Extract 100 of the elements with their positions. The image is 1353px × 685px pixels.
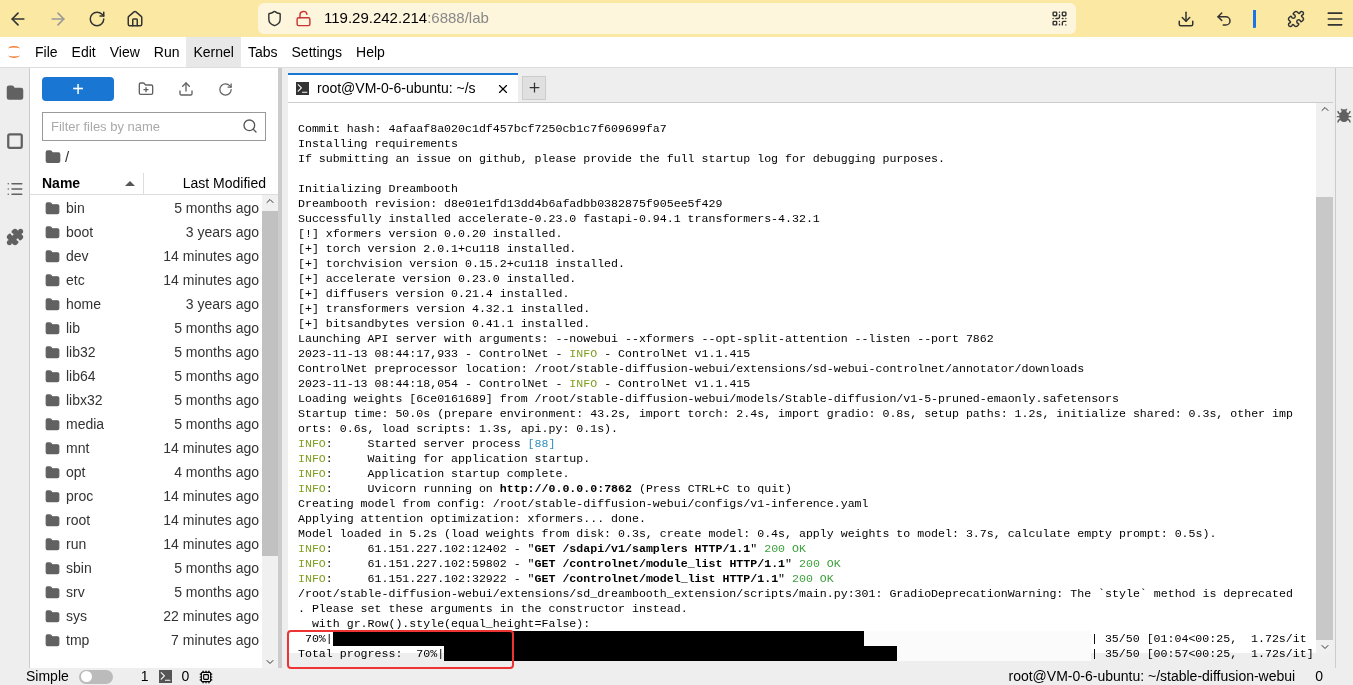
file-row[interactable]: media 5 months ago: [30, 412, 262, 436]
file-name: opt: [66, 462, 86, 482]
simple-mode-toggle[interactable]: [78, 669, 113, 684]
folder-icon: [45, 536, 60, 552]
menu-item[interactable]: Edit: [64, 37, 103, 67]
log-text: Startup time: 50.0s (prepare environment: 43.2s, import torch: 2.4s, import gradio: 0.8s, setup paths: 1.2s, initialize shared: 0.3s, other imp: [298, 407, 1293, 420]
terminal-count: 1: [140, 667, 149, 685]
tab-title: root@VM-0-6-ubuntu: ~/s: [317, 79, 476, 98]
file-row[interactable]: etc 14 minutes ago: [30, 268, 262, 292]
log-text: ": [778, 572, 787, 585]
scrollbar[interactable]: [262, 195, 278, 668]
home-icon[interactable]: [126, 9, 144, 28]
modified-time: 5 months ago: [174, 318, 259, 338]
file-name: tmp: [66, 630, 90, 650]
column-header[interactable]: Name: [30, 173, 144, 194]
modified-time: 14 minutes ago: [163, 246, 259, 266]
folder-icon: [45, 296, 60, 312]
file-row[interactable]: libx32 5 months ago: [30, 388, 262, 412]
file-row[interactable]: run 14 minutes ago: [30, 532, 262, 556]
file-row[interactable]: lib64 5 months ago: [30, 364, 262, 388]
log-text: - ControlNet v1.1.415: [603, 347, 751, 360]
log-text: : Waiting for application startup.: [325, 452, 591, 465]
file-row[interactable]: home 3 years ago: [30, 292, 262, 316]
search-icon: [242, 118, 258, 134]
file-row[interactable]: mnt 14 minutes ago: [30, 436, 262, 460]
modified-time: 14 minutes ago: [163, 270, 259, 290]
menu-item[interactable]: Tabs: [240, 37, 285, 67]
log-text: [+] accelerate version 0.23.0 installed.: [298, 272, 577, 285]
modified-time: 7 minutes ago: [171, 630, 259, 650]
new-folder-icon[interactable]: [138, 81, 154, 97]
log-text: Launching API server with arguments: --nowebui --xformers --opt-split-attention --listen --port 7862: [298, 332, 994, 345]
terminal-scrollbar[interactable]: [1316, 103, 1333, 653]
file-name: bin: [66, 198, 85, 218]
file-row[interactable]: sbin 5 months ago: [30, 556, 262, 580]
file-name: run: [66, 534, 87, 554]
folder-icon: [45, 149, 61, 165]
file-row[interactable]: lib 5 months ago: [30, 316, 262, 340]
folder-icon: [45, 584, 60, 600]
folder-icon: [45, 512, 60, 528]
file-row[interactable]: srv 5 months ago: [30, 580, 262, 604]
file-name: sys: [66, 606, 87, 626]
log-text: INFO: [569, 377, 598, 390]
refresh-icon[interactable]: [218, 81, 233, 97]
terminal-tab[interactable]: root@VM-0-6-ubuntu: ~/s: [288, 73, 518, 102]
filter-field[interactable]: Filter files by name: [42, 112, 266, 141]
log-text: : 61.151.227.102:12402 - ": [325, 542, 535, 555]
folder-icon: [45, 200, 60, 216]
menu-item[interactable]: View: [102, 37, 147, 67]
menu-item[interactable]: Run: [146, 37, 187, 67]
log-text: Loading weights [6ce0161689] from /root/stable-diffusion-webui/models/Stable-diffusion/v1-5-pruned-emaonly.safetensors: [298, 392, 1119, 405]
modified-time: 14 minutes ago: [163, 534, 259, 554]
log-text: Model loaded in 5.2s (load weights from disk: 0.3s, create model: 0.4s, apply weights to model: 3.7s, calculate empty prompt: 0.5s).: [298, 527, 1217, 540]
file-name: sbin: [66, 558, 92, 578]
file-row[interactable]: boot 3 years ago: [30, 220, 262, 244]
log-text: [88]: [527, 437, 556, 450]
file-row[interactable]: lib32 5 months ago: [30, 340, 262, 364]
file-row[interactable]: tmp 7 minutes ago: [30, 628, 262, 652]
log-text: [+] diffusers version 0.21.4 installed.: [298, 287, 570, 300]
modified-time: 22 minutes ago: [163, 606, 259, 626]
log-text: Successfully installed accelerate-0.23.0 fastapi-0.94.1 transformers-4.32.1: [298, 212, 820, 225]
folder-icon: [45, 488, 60, 504]
log-text: GET /controlnet/module_list HTTP/1.1: [534, 557, 786, 570]
folder-icon: [45, 632, 60, 648]
download-icon: [1177, 9, 1195, 28]
folder-icon: [45, 320, 60, 336]
progress-stats: | 35/50 [00:57<00:25, 1.72s/it]: [1091, 646, 1315, 661]
file-name: lib32: [66, 342, 96, 362]
file-row[interactable]: dev 14 minutes ago: [30, 244, 262, 268]
log-text: Dreambooth revision: d8e01e1fd13dd4b6afadbb0382875f905ee5f429: [298, 197, 723, 210]
file-row[interactable]: root 14 minutes ago: [30, 508, 262, 532]
menu-item[interactable]: Help: [349, 37, 392, 67]
breadcrumb-path[interactable]: /: [65, 145, 70, 169]
file-row[interactable]: bin 5 months ago: [30, 196, 262, 220]
log-text: : 61.151.227.102:32922 - ": [325, 572, 535, 585]
log-text: GET /sdapi/v1/samplers HTTP/1.1: [534, 542, 751, 555]
terminal-icon: [296, 82, 309, 95]
upload-icon[interactable]: [178, 81, 194, 97]
log-text: [+] bitsandbytes version 0.41.1 installed.: [298, 317, 591, 330]
address-bar[interactable]: 119.29.242.214:6888/lab: [258, 3, 1076, 34]
modified-time: 5 months ago: [174, 342, 259, 362]
log-text: ": [785, 557, 793, 570]
menu-item[interactable]: Settings: [284, 37, 350, 67]
file-name: boot: [66, 222, 94, 242]
reload-icon[interactable]: [88, 9, 106, 28]
undo-icon: [1215, 9, 1233, 28]
terminal-icon: [158, 670, 172, 683]
log-text: INFO: [298, 572, 326, 585]
log-text: - ControlNet v1.1.415: [603, 377, 751, 390]
file-row[interactable]: proc 14 minutes ago: [30, 484, 262, 508]
column-header[interactable]: Last Modified: [144, 173, 278, 194]
menu-item[interactable]: File: [28, 37, 65, 67]
notification-count: 0: [1315, 667, 1323, 685]
add-tab-icon[interactable]: [522, 75, 546, 100]
log-text: : Started server process: [325, 437, 522, 450]
menu-item[interactable]: Kernel: [186, 37, 241, 67]
log-text: INFO: [298, 557, 326, 570]
progress-stats: | 35/50 [01:04<00:25, 1.72s/it: [1091, 631, 1308, 646]
file-row[interactable]: opt 4 months ago: [30, 460, 262, 484]
new-launcher-button[interactable]: +: [42, 77, 114, 101]
file-row[interactable]: sys 22 minutes ago: [30, 604, 262, 628]
